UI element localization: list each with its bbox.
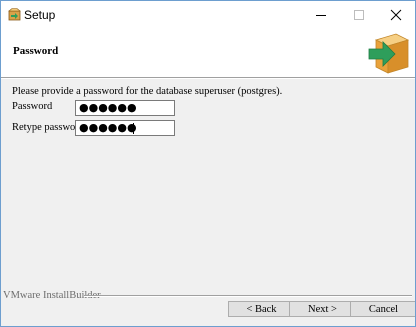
maximize-icon	[354, 10, 364, 20]
minimize-button[interactable]	[304, 1, 338, 30]
setup-app-icon	[8, 8, 21, 21]
maximize-button[interactable]	[342, 1, 376, 30]
text-caret	[133, 123, 134, 134]
wizard-header: Password	[1, 30, 415, 77]
setup-window: Setup Password Please provide a password…	[0, 0, 416, 327]
page-title: Password	[13, 45, 59, 57]
window-title: Setup	[24, 8, 56, 22]
minimize-icon	[316, 15, 326, 16]
install-box-arrow-icon	[368, 33, 410, 74]
back-button[interactable]: < Back	[228, 301, 295, 317]
close-button[interactable]	[379, 1, 413, 30]
header-divider	[1, 77, 415, 79]
instruction-text: Please provide a password for the databa…	[12, 86, 283, 97]
password-field[interactable]: ●●●●●●	[75, 100, 175, 116]
close-icon	[390, 9, 402, 21]
footer-divider	[84, 295, 412, 297]
password-label: Password	[12, 101, 53, 112]
retype-password-field[interactable]: ●●●●●●	[75, 120, 175, 136]
cancel-button[interactable]: Cancel	[350, 301, 415, 317]
title-bar[interactable]: Setup	[1, 1, 415, 30]
retype-password-label: Retype password	[12, 122, 85, 133]
password-mask: ●●●●●●	[79, 101, 137, 114]
retype-password-mask: ●●●●●●	[79, 121, 137, 134]
next-button[interactable]: Next >	[289, 301, 356, 317]
